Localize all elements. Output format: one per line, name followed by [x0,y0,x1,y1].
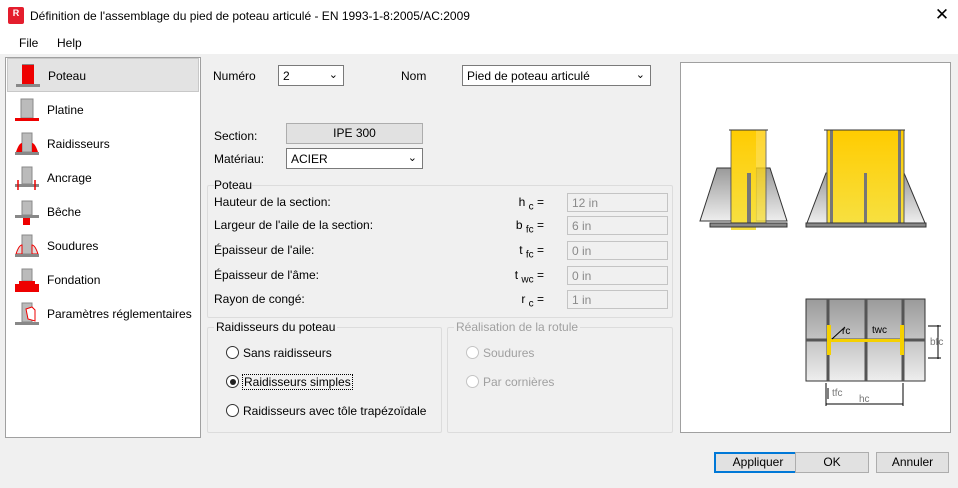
poteau-row-label: Rayon de congé: [214,292,305,306]
radio-label: Raidisseurs simples [242,374,353,390]
ok-button[interactable]: OK [795,452,869,473]
poteau-row-label: Largeur de l'aile de la section: [214,218,374,232]
raidisseurs-group: Raidisseurs du poteau Sans raidisseurs R… [207,320,442,433]
poteau-row-symbol: h c = [518,195,544,213]
menu-help[interactable]: Help [57,36,82,50]
symbol-subscript: fc [525,224,534,236]
symbol-subscript: c [528,201,534,213]
hc-label: hc [859,394,870,405]
sidebar-item-parametres[interactable]: Paramètres réglementaires [7,297,199,331]
radio-label: Raidisseurs avec tôle trapézoïdale [243,404,427,418]
stiffener-icon [15,132,39,155]
section-button[interactable]: IPE 300 [286,123,423,144]
foundation-icon [15,268,39,292]
sidebar-item-label: Bêche [47,205,82,219]
poteau-row-symbol: t fc = [519,243,544,261]
nom-label: Nom [401,69,427,83]
chevron-down-icon: ⌄ [635,69,645,81]
materiau-label: Matériau: [214,152,265,166]
materiau-value: ACIER [291,152,328,166]
radio-sans-raidisseurs[interactable] [226,346,239,359]
nom-select[interactable]: Pied de poteau articulé ⌄ [462,65,651,86]
apply-button[interactable]: Appliquer [714,452,802,473]
numero-value: 2 [283,69,290,83]
symbol: t [514,268,519,282]
poteau-row-symbol: t wc = [514,268,544,286]
poteau-row-label: Épaisseur de l'âme: [214,268,320,282]
sidebar-item-soudures[interactable]: Soudures [7,229,199,263]
menu-bar [0,32,958,54]
column-base-diagram: rc twc bfc tfc hc [699,129,943,406]
code-parameters-icon [15,302,39,325]
sidebar-item-label: Poteau [48,69,87,83]
chevron-down-icon: ⌄ [407,152,417,164]
poteau-row-label: Épaisseur de l'aile: [214,243,315,257]
tfc-label: tfc [832,388,843,399]
numero-label: Numéro [213,69,256,83]
front-view [805,129,927,228]
poteau-row-value: 0 in [567,241,668,260]
sidebar-item-label: Paramètres réglementaires [47,307,192,321]
symbol: r [521,292,526,306]
menu-file[interactable]: File [19,36,38,50]
poteau-row-symbol: r c = [521,292,544,310]
plan-view: rc twc bfc tfc hc [805,298,943,406]
chevron-down-icon: ⌄ [328,69,338,81]
sidebar-item-label: Raidisseurs [47,137,110,151]
poteau-row-value: 0 in [567,266,668,285]
numero-select[interactable]: 2 ⌄ [278,65,344,86]
cancel-button[interactable]: Annuler [876,452,949,473]
radio-label: Par cornières [483,375,555,389]
nom-value: Pied de poteau articulé [467,69,590,83]
shear-key-icon [15,200,39,225]
symbol: h [518,195,526,209]
materiau-select[interactable]: ACIER ⌄ [286,148,423,169]
radio-tole-trapezoidale[interactable] [226,404,239,417]
radio-label: Soudures [483,346,535,360]
side-view [699,129,788,230]
sidebar-item-fondation[interactable]: Fondation [7,263,199,297]
base-plate-icon [15,98,39,121]
poteau-row-value: 12 in [567,193,668,212]
sidebar-item-poteau[interactable]: Poteau [7,58,199,92]
poteau-row-symbol: b fc = [515,218,544,236]
diagram-panel: rc twc bfc tfc hc [680,62,951,433]
raidisseurs-group-title: Raidisseurs du poteau [214,320,338,334]
bfc-label: bfc [930,337,943,348]
poteau-row-label: Hauteur de la section: [214,195,331,209]
sidebar-item-label: Platine [47,103,84,117]
window-title: Définition de l'assemblage du pied de po… [30,9,470,23]
radio-par-cornieres[interactable] [466,375,479,388]
rotule-group: Réalisation de la rotule Soudures Par co… [447,320,673,433]
rc-label: rc [842,326,850,337]
radio-soudures[interactable] [466,346,479,359]
twc-label: twc [872,325,887,336]
sidebar-item-beche[interactable]: Bêche [7,195,199,229]
symbol: t [519,243,523,257]
radio-raidisseurs-simples[interactable] [226,375,239,388]
sidebar-item-label: Ancrage [47,171,92,185]
column-icon [16,64,40,87]
sidebar-item-label: Soudures [47,239,99,253]
sidebar-item-ancrage[interactable]: Ancrage [7,161,199,195]
app-icon: R [8,7,24,24]
close-button[interactable]: ✕ [930,4,954,26]
symbol-subscript: wc [521,274,534,286]
sidebar-item-label: Fondation [47,273,101,287]
symbol: b [515,218,523,232]
radio-label: Sans raidisseurs [243,346,332,360]
sidebar-item-raidisseurs[interactable]: Raidisseurs [7,127,199,161]
poteau-row-value: 6 in [567,216,668,235]
sidebar: Poteau Platine Raidisseurs Ancrage Bêche… [5,57,201,438]
anchor-icon [15,166,39,190]
weld-icon [15,234,39,257]
symbol-subscript: fc [525,249,534,261]
symbol-subscript: c [528,298,534,310]
section-label: Section: [214,129,258,143]
rotule-group-title: Réalisation de la rotule [454,320,581,334]
poteau-row-value: 1 in [567,290,668,309]
sidebar-item-platine[interactable]: Platine [7,93,199,127]
poteau-group-title: Poteau [214,178,253,192]
